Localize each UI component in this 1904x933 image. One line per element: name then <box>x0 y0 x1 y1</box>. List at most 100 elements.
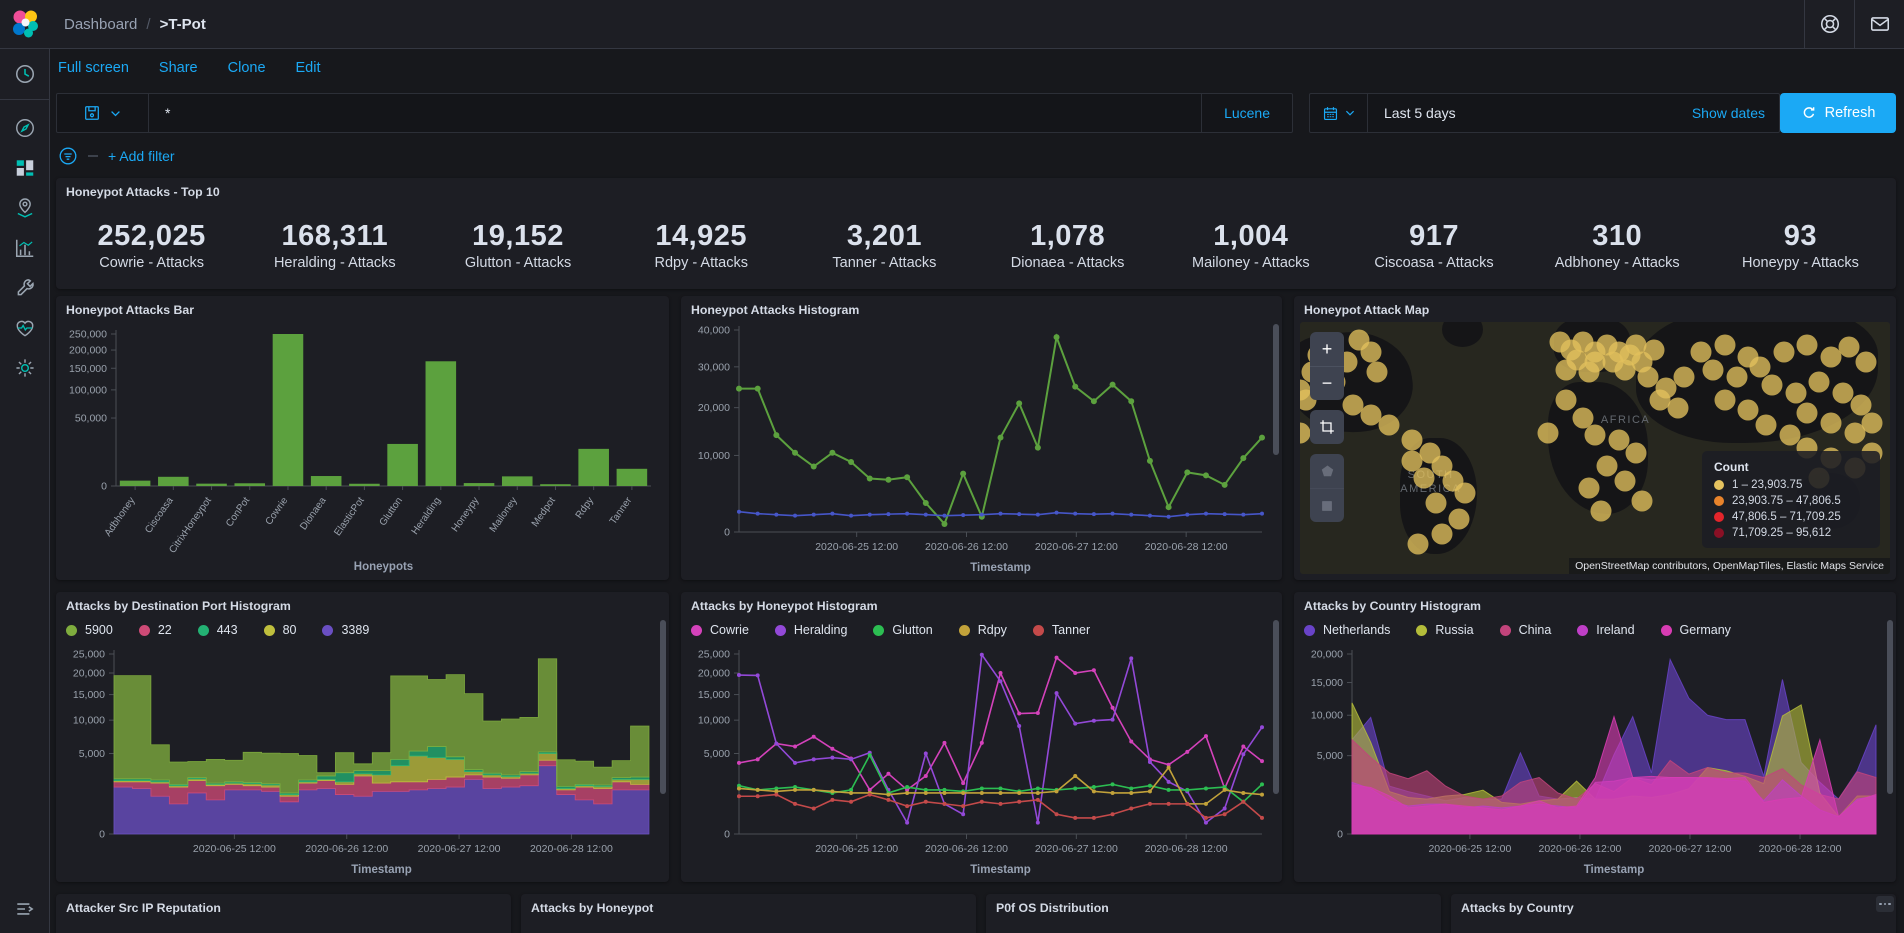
map-draw-bounds-button[interactable] <box>1310 488 1344 522</box>
attack-map[interactable]: AFRICA SOUTH AMERICA + − <box>1300 322 1890 574</box>
map-attribution[interactable]: OpenStreetMap contributors, OpenMapTiles… <box>1569 558 1890 574</box>
sidebar-item-recently-viewed[interactable] <box>0 49 50 99</box>
panel-options-button[interactable] <box>1876 896 1894 912</box>
attack-location-dot[interactable] <box>1585 425 1606 446</box>
map-fit-bounds-button[interactable] <box>1310 410 1344 444</box>
legend-item-tanner[interactable]: Tanner <box>1033 623 1090 637</box>
legend-item-netherlands[interactable]: Netherlands <box>1304 623 1390 637</box>
elastic-logo[interactable] <box>0 0 50 48</box>
attack-location-dot[interactable] <box>1797 334 1818 355</box>
attack-location-dot[interactable] <box>1838 337 1859 358</box>
filter-icon[interactable] <box>58 146 78 166</box>
attacks-by-port-chart[interactable]: 05,00010,00015,00020,00025,0002020-06-25… <box>58 644 667 880</box>
collapse-menu-button[interactable] <box>0 891 50 927</box>
attacks-by-honeypot-chart[interactable]: 05,00010,00015,00020,00025,0002020-06-25… <box>683 644 1280 880</box>
menu-link-share[interactable]: Share <box>159 60 198 76</box>
legend-item-80[interactable]: 80 <box>264 623 297 637</box>
attack-location-dot[interactable] <box>1714 334 1735 355</box>
attack-location-dot[interactable] <box>1773 342 1794 363</box>
attack-location-dot[interactable] <box>1821 412 1842 433</box>
query-language-switcher[interactable]: Lucene <box>1201 94 1292 132</box>
attack-location-dot[interactable] <box>1797 402 1818 423</box>
search-query-input[interactable]: * <box>149 105 1201 121</box>
date-quick-select-button[interactable] <box>1310 94 1368 132</box>
menu-link-clone[interactable]: Clone <box>228 60 266 76</box>
map-draw-polygon-button[interactable] <box>1310 454 1344 488</box>
newsfeed-button[interactable] <box>1854 0 1904 48</box>
attack-location-dot[interactable] <box>1360 342 1381 363</box>
attack-location-dot[interactable] <box>1413 468 1434 489</box>
attack-location-dot[interactable] <box>1714 390 1735 411</box>
attack-location-dot[interactable] <box>1703 359 1724 380</box>
legend-item-rdpy[interactable]: Rdpy <box>959 623 1007 637</box>
attack-location-dot[interactable] <box>1449 508 1470 529</box>
attack-location-dot[interactable] <box>1366 362 1387 383</box>
refresh-button[interactable]: Refresh <box>1780 93 1896 133</box>
menu-link-full-screen[interactable]: Full screen <box>58 60 129 76</box>
sidebar-item-visualize[interactable] <box>0 228 50 268</box>
attack-location-dot[interactable] <box>1537 422 1558 443</box>
attack-location-dot[interactable] <box>1425 493 1446 514</box>
panel-scrollbar[interactable] <box>1273 324 1279 536</box>
sidebar-item-dashboard[interactable] <box>0 148 50 188</box>
sidebar-item-management[interactable] <box>0 348 50 388</box>
panel-scrollbar[interactable] <box>1273 620 1279 838</box>
legend-item-443[interactable]: 443 <box>198 623 238 637</box>
map-zoom-in-button[interactable]: + <box>1310 332 1344 366</box>
legend-item-germany[interactable]: Germany <box>1661 623 1731 637</box>
attack-location-dot[interactable] <box>1644 339 1665 360</box>
attack-location-dot[interactable] <box>1431 523 1452 544</box>
attack-location-dot[interactable] <box>1762 375 1783 396</box>
saved-query-menu-button[interactable] <box>57 94 149 132</box>
panel-scrollbar[interactable] <box>660 620 666 838</box>
attacks-by-country-chart[interactable]: 05,00010,00015,00020,0002020-06-25 12:00… <box>1296 644 1894 880</box>
sidebar-item-discover[interactable] <box>0 108 50 148</box>
attack-location-dot[interactable] <box>1856 352 1877 373</box>
sidebar-item-monitoring[interactable] <box>0 308 50 348</box>
query-bar[interactable]: * Lucene <box>56 93 1293 133</box>
attack-location-dot[interactable] <box>1455 483 1476 504</box>
menu-link-edit[interactable]: Edit <box>296 60 321 76</box>
attack-location-dot[interactable] <box>1402 450 1423 471</box>
attack-location-dot[interactable] <box>1738 400 1759 421</box>
attack-location-dot[interactable] <box>1596 455 1617 476</box>
attack-location-dot[interactable] <box>1667 397 1688 418</box>
attack-location-dot[interactable] <box>1726 367 1747 388</box>
date-picker-bar[interactable]: Last 5 days Show dates <box>1309 93 1780 133</box>
legend-item-ireland[interactable]: Ireland <box>1577 623 1634 637</box>
time-range-value[interactable]: Last 5 days <box>1368 105 1692 121</box>
attack-location-dot[interactable] <box>1579 362 1600 383</box>
legend-item-5900[interactable]: 5900 <box>66 623 113 637</box>
legend-item-russia[interactable]: Russia <box>1416 623 1473 637</box>
sidebar-item-dev-tools[interactable] <box>0 268 50 308</box>
breadcrumb-dashboard[interactable]: Dashboard <box>64 16 137 33</box>
attack-location-dot[interactable] <box>1378 415 1399 436</box>
attack-location-dot[interactable] <box>1408 533 1429 554</box>
attack-location-dot[interactable] <box>1673 367 1694 388</box>
show-dates-button[interactable]: Show dates <box>1692 105 1779 121</box>
legend-item-china[interactable]: China <box>1500 623 1552 637</box>
attack-location-dot[interactable] <box>1862 412 1883 433</box>
attack-location-dot[interactable] <box>1300 422 1311 443</box>
attack-location-dot[interactable] <box>1555 359 1576 380</box>
attack-location-dot[interactable] <box>1756 415 1777 436</box>
attack-location-dot[interactable] <box>1785 382 1806 403</box>
attack-location-dot[interactable] <box>1632 490 1653 511</box>
honeypot-attacks-histogram-chart[interactable]: 010,00020,00030,00040,0002020-06-25 12:0… <box>683 320 1280 578</box>
attack-location-dot[interactable] <box>1590 501 1611 522</box>
add-filter-button[interactable]: + Add filter <box>108 148 175 164</box>
panel-scrollbar[interactable] <box>1887 620 1893 838</box>
legend-item-3389[interactable]: 3389 <box>322 623 369 637</box>
map-zoom-out-button[interactable]: − <box>1310 366 1344 400</box>
attack-location-dot[interactable] <box>1626 443 1647 464</box>
legend-item-heralding[interactable]: Heralding <box>775 623 848 637</box>
attack-location-dot[interactable] <box>1555 390 1576 411</box>
legend-item-cowrie[interactable]: Cowrie <box>691 623 749 637</box>
attack-location-dot[interactable] <box>1614 470 1635 491</box>
legend-item-22[interactable]: 22 <box>139 623 172 637</box>
legend-item-glutton[interactable]: Glutton <box>873 623 932 637</box>
sidebar-item-maps[interactable] <box>0 188 50 228</box>
help-button[interactable] <box>1804 0 1854 48</box>
attack-location-dot[interactable] <box>1809 372 1830 393</box>
honeypot-attacks-bar-chart[interactable]: 050,000100,000150,000200,000250,000Adbho… <box>58 320 667 578</box>
